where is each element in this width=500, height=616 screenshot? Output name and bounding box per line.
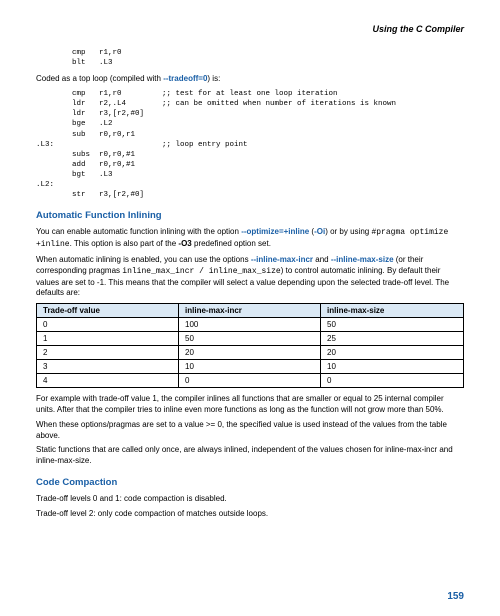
- table-row: 3 10 10: [37, 360, 464, 374]
- option-inline-max-incr: --inline-max-incr: [251, 255, 313, 264]
- text: ) is:: [207, 74, 220, 83]
- para-cc-1: Trade-off levels 0 and 1: code compactio…: [36, 494, 464, 505]
- table-cell: 2: [37, 346, 179, 360]
- table-row: 0 100 50: [37, 318, 464, 332]
- text: Coded as a top loop (compiled with: [36, 74, 163, 83]
- para-afi-4: When these options/pragmas are set to a …: [36, 420, 464, 442]
- option-O3: -O3: [178, 239, 191, 248]
- text: When automatic inlining is enabled, you …: [36, 255, 251, 264]
- table-cell: 0: [37, 318, 179, 332]
- para-afi-3: For example with trade-off value 1, the …: [36, 394, 464, 416]
- text: You can enable automatic function inlini…: [36, 227, 241, 236]
- table-cell: 10: [321, 360, 464, 374]
- table-cell: 20: [321, 346, 464, 360]
- table-row: 4 0 0: [37, 374, 464, 388]
- table-header: Trade-off value: [37, 304, 179, 318]
- para-afi-5: Static functions that are called only on…: [36, 445, 464, 467]
- para-afi-2: When automatic inlining is enabled, you …: [36, 255, 464, 299]
- text: . This option is also part of the: [70, 239, 179, 248]
- para-coded-as-top: Coded as a top loop (compiled with --tra…: [36, 74, 464, 85]
- table-row: 1 50 25: [37, 332, 464, 346]
- table-cell: 20: [179, 346, 321, 360]
- heading-code-compaction: Code Compaction: [36, 477, 464, 488]
- para-cc-2: Trade-off level 2: only code compaction …: [36, 509, 464, 520]
- table-cell: 50: [321, 318, 464, 332]
- table-cell: 100: [179, 318, 321, 332]
- code-block-2: cmp r1,r0 ;; test for at least one loop …: [36, 89, 464, 200]
- text: and: [313, 255, 331, 264]
- pragmas-inline-max: inline_max_incr / inline_max_size: [122, 267, 280, 276]
- table-cell: 0: [321, 374, 464, 388]
- option-Oi: -Oi: [314, 227, 325, 236]
- table-header: inline-max-incr: [179, 304, 321, 318]
- text: ) or by using: [325, 227, 371, 236]
- table-cell: 0: [179, 374, 321, 388]
- table-cell: 3: [37, 360, 179, 374]
- para-afi-1: You can enable automatic function inlini…: [36, 227, 464, 251]
- table-cell: 25: [321, 332, 464, 346]
- table-header: inline-max-size: [321, 304, 464, 318]
- text: predefined option set.: [192, 239, 271, 248]
- inlining-defaults-table: Trade-off value inline-max-incr inline-m…: [36, 303, 464, 388]
- page-container: Using the C Compiler cmp r1,r0 blt .L3 C…: [0, 0, 500, 616]
- option-tradeoff-0: --tradeoff=0: [163, 74, 207, 83]
- page-number: 159: [447, 591, 464, 602]
- code-block-1: cmp r1,r0 blt .L3: [36, 48, 464, 68]
- table-cell: 10: [179, 360, 321, 374]
- heading-automatic-function-inlining: Automatic Function Inlining: [36, 210, 464, 221]
- table-header-row: Trade-off value inline-max-incr inline-m…: [37, 304, 464, 318]
- option-inline-max-size: --inline-max-size: [331, 255, 394, 264]
- table-cell: 1: [37, 332, 179, 346]
- table-row: 2 20 20: [37, 346, 464, 360]
- table-cell: 50: [179, 332, 321, 346]
- option-optimize-inline: --optimize=+inline: [241, 227, 309, 236]
- running-head: Using the C Compiler: [36, 24, 464, 34]
- table-cell: 4: [37, 374, 179, 388]
